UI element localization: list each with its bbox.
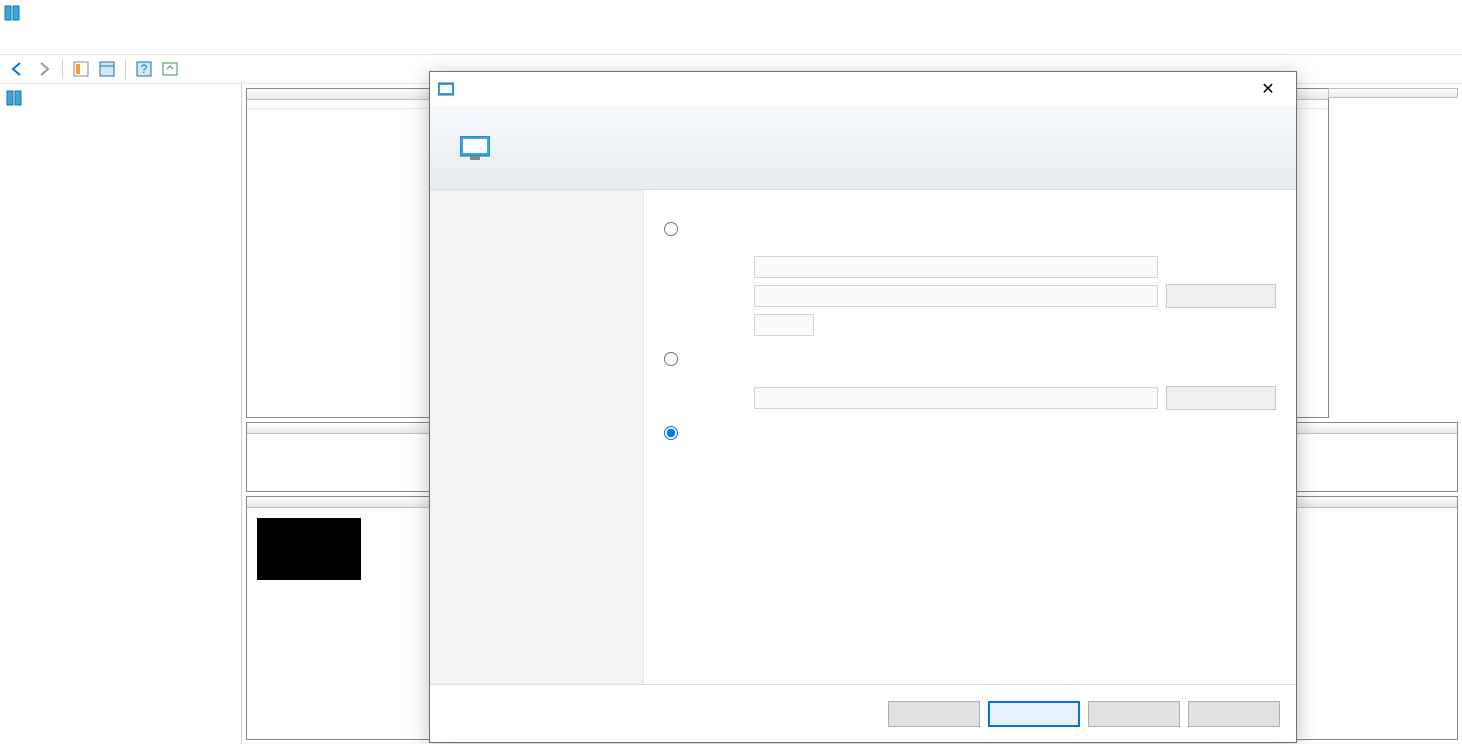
radio-attach-later[interactable] bbox=[664, 426, 678, 440]
wizard-footer bbox=[430, 684, 1296, 742]
browse-button-2 bbox=[1166, 386, 1276, 410]
vm-thumbnail bbox=[257, 518, 361, 580]
server-manager-icon bbox=[6, 90, 22, 106]
toolbar-separator bbox=[125, 59, 126, 79]
svg-text:?: ? bbox=[141, 62, 148, 76]
help-icon[interactable]: ? bbox=[132, 57, 156, 81]
radio-use-existing[interactable] bbox=[664, 352, 678, 366]
nav-forward-icon[interactable] bbox=[32, 57, 56, 81]
vhd-size-input bbox=[754, 314, 814, 336]
monitor-icon bbox=[460, 136, 490, 160]
toolbar-separator bbox=[62, 59, 63, 79]
next-button[interactable] bbox=[988, 701, 1080, 727]
wizard-header bbox=[430, 106, 1296, 190]
menu-view[interactable] bbox=[52, 36, 72, 44]
browse-button-1 bbox=[1166, 284, 1276, 308]
create-vhd-form bbox=[686, 256, 1276, 336]
col-config[interactable] bbox=[1328, 88, 1458, 98]
menu-action[interactable] bbox=[30, 36, 50, 44]
refresh-icon[interactable] bbox=[158, 57, 182, 81]
vhd-name-input bbox=[754, 256, 1158, 278]
app-icon bbox=[4, 5, 20, 21]
show-hide-tree-icon[interactable] bbox=[69, 57, 93, 81]
new-vm-wizard: ✕ bbox=[429, 71, 1297, 743]
tree-root[interactable] bbox=[0, 88, 241, 108]
cancel-button[interactable] bbox=[1188, 701, 1280, 727]
window-titlebar bbox=[0, 0, 1462, 26]
opt-attach-later[interactable] bbox=[664, 426, 1276, 440]
wizard-content bbox=[644, 190, 1296, 684]
vhd-path-input bbox=[754, 285, 1158, 307]
properties-icon[interactable] bbox=[95, 57, 119, 81]
menu-bar bbox=[0, 26, 1462, 54]
close-icon[interactable]: ✕ bbox=[1248, 75, 1288, 103]
wizard-nav bbox=[430, 190, 644, 684]
opt-use-existing-vhd[interactable] bbox=[664, 352, 1276, 366]
existing-vhd-form bbox=[686, 386, 1276, 410]
radio-create-vhd[interactable] bbox=[664, 222, 678, 236]
menu-help[interactable] bbox=[74, 36, 94, 44]
menu-file[interactable] bbox=[8, 36, 28, 44]
finish-button[interactable] bbox=[1088, 701, 1180, 727]
config-column bbox=[1328, 88, 1458, 418]
back-button[interactable] bbox=[888, 701, 980, 727]
opt-create-vhd[interactable] bbox=[664, 222, 1276, 236]
existing-path-input bbox=[754, 387, 1158, 409]
wizard-icon bbox=[438, 81, 454, 97]
nav-back-icon[interactable] bbox=[6, 57, 30, 81]
tree-pane bbox=[0, 84, 242, 744]
wizard-titlebar[interactable]: ✕ bbox=[430, 72, 1296, 106]
